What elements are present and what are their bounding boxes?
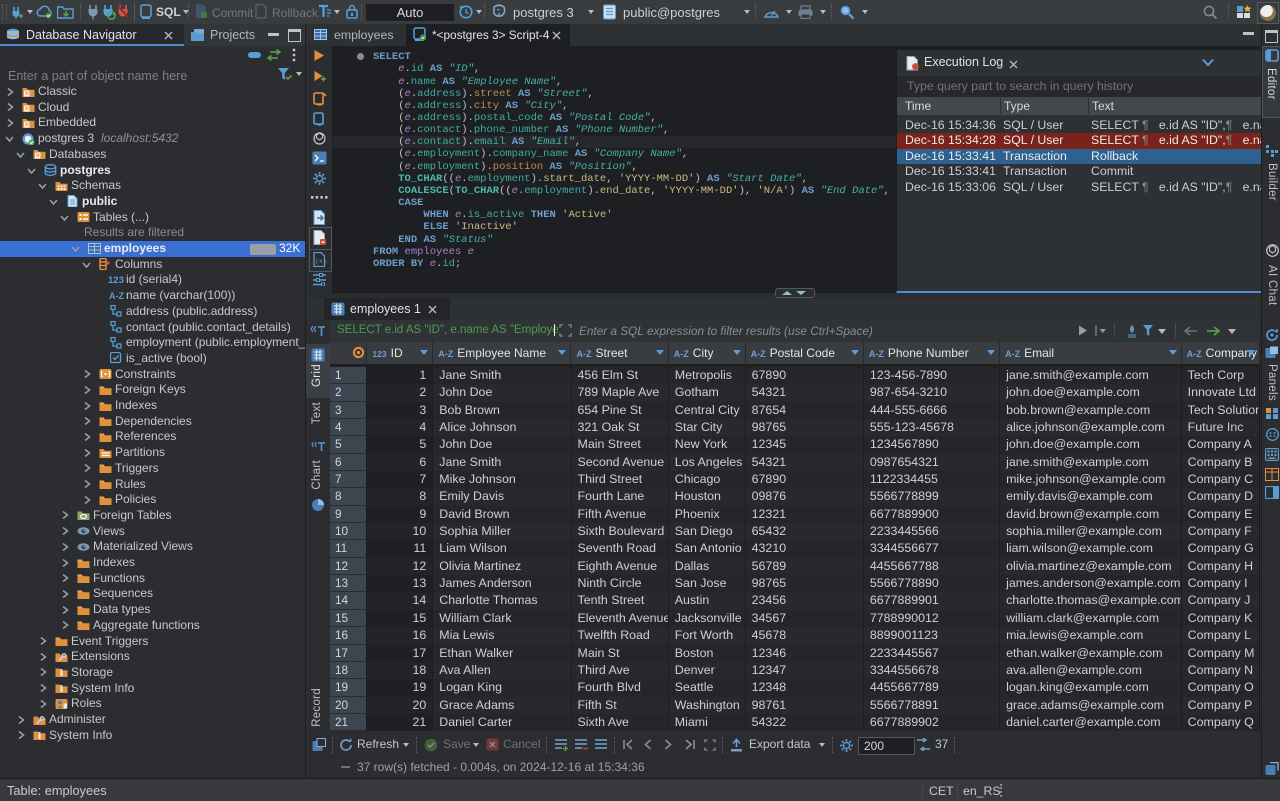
svg-text:(x): (x) <box>315 258 327 265</box>
